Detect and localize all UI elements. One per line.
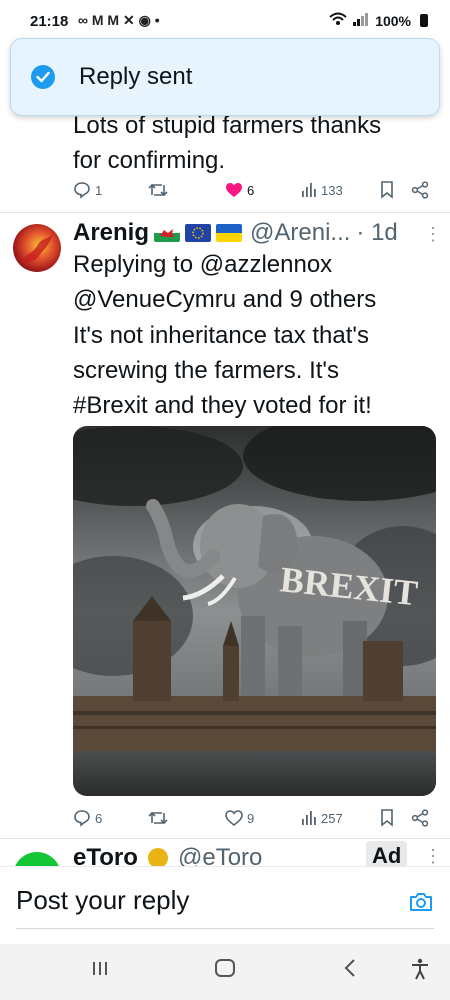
heart-icon — [225, 810, 243, 826]
recent-apps-icon[interactable] — [90, 958, 110, 983]
bookmark-button[interactable] — [380, 181, 394, 199]
views-icon — [302, 811, 316, 825]
avatar[interactable] — [13, 224, 61, 272]
replying-to-line[interactable]: Replying to @azzlennox — [73, 247, 376, 282]
replying-to: Replying to @azzlennox @VenueCymru and 9… — [73, 247, 376, 317]
retweet-button[interactable] — [148, 810, 168, 826]
views-icon — [302, 183, 316, 197]
tweet-text-line: #Brexit and they voted for it! — [73, 392, 372, 419]
check-circle-icon — [31, 65, 55, 89]
like-count: 9 — [247, 810, 255, 826]
bookmark-icon — [381, 809, 393, 827]
previous-tweet-actions: 1 6 133 — [73, 178, 433, 202]
reply-count: 1 — [95, 182, 103, 198]
system-icons: 100% — [329, 12, 428, 29]
ad-tweet[interactable]: eToro @eToro Ad ⋮ — [0, 840, 450, 868]
reply-composer[interactable]: Post your reply — [0, 866, 450, 945]
home-icon[interactable] — [214, 958, 236, 983]
toast-text: Reply sent — [79, 63, 193, 90]
replying-to-line[interactable]: @VenueCymru and 9 others — [73, 282, 376, 317]
like-button[interactable]: 9 — [225, 810, 254, 826]
verified-badge-icon — [148, 848, 168, 868]
timestamp: · 1d — [356, 219, 398, 246]
wales-flag-icon — [154, 224, 181, 242]
views-button[interactable]: 133 — [301, 182, 343, 198]
view-count: 257 — [321, 810, 343, 826]
handle[interactable]: @Areni... — [250, 219, 350, 247]
view-count: 133 — [321, 182, 343, 198]
reply-count: 6 — [95, 810, 103, 826]
ukraine-flag-icon — [216, 224, 243, 242]
divider — [0, 212, 450, 213]
more-options-icon[interactable]: ⋮ — [424, 846, 442, 867]
previous-tweet-line: for confirming. — [73, 147, 226, 174]
share-button[interactable] — [411, 181, 429, 199]
system-nav-bar — [0, 944, 450, 1000]
previous-tweet-text: Lots of stupid farmers thanks for confir… — [73, 108, 381, 178]
share-icon — [411, 181, 429, 199]
retweet-button[interactable] — [148, 182, 168, 198]
divider — [0, 838, 450, 839]
reply-icon — [74, 810, 90, 827]
battery-level: 100% — [375, 12, 411, 29]
accessibility-icon[interactable] — [410, 958, 430, 985]
tweet-text-line: It's not inheritance tax that's — [73, 322, 369, 349]
reply-button[interactable]: 1 — [73, 181, 102, 199]
like-count: 6 — [247, 182, 255, 198]
tweet-actions: 6 9 257 — [73, 806, 433, 830]
tweet-text: It's not inheritance tax that's screwing… — [73, 318, 438, 423]
eu-flag-icon — [185, 224, 212, 242]
like-button[interactable]: 6 — [225, 182, 254, 198]
share-icon — [411, 809, 429, 827]
bookmark-icon — [381, 181, 393, 199]
reply-button[interactable]: 6 — [73, 809, 102, 827]
heart-filled-icon — [226, 183, 242, 197]
back-icon[interactable] — [342, 958, 358, 983]
reply-icon — [74, 182, 90, 199]
reply-input[interactable]: Post your reply — [16, 885, 189, 916]
bookmark-button[interactable] — [380, 809, 394, 827]
retweet-icon — [148, 183, 168, 197]
views-button[interactable]: 257 — [301, 810, 343, 826]
share-button[interactable] — [411, 809, 429, 827]
battery-icon — [420, 14, 428, 27]
ad-badge: Ad — [366, 841, 408, 868]
ad-handle[interactable]: @eToro — [178, 844, 262, 868]
wifi-icon — [329, 12, 347, 29]
retweet-icon — [148, 811, 168, 825]
tweet-header: Arenig @Areni... · 1d — [73, 219, 398, 247]
notification-icons: ∞ M M ✕ ◉ • — [78, 12, 160, 28]
tweet-text-line: screwing the farmers. It's — [73, 357, 339, 384]
more-options-icon[interactable]: ⋮ — [424, 224, 442, 245]
display-name[interactable]: Arenig — [73, 219, 149, 247]
composer-underline — [16, 928, 434, 929]
signal-icon — [353, 12, 369, 29]
status-time: 21:18 — [30, 13, 69, 30]
ad-display-name[interactable]: eToro — [73, 844, 138, 868]
reply-sent-toast: Reply sent — [10, 38, 440, 116]
tweet-image[interactable]: BREXIT — [73, 426, 436, 796]
camera-icon[interactable] — [409, 891, 433, 918]
